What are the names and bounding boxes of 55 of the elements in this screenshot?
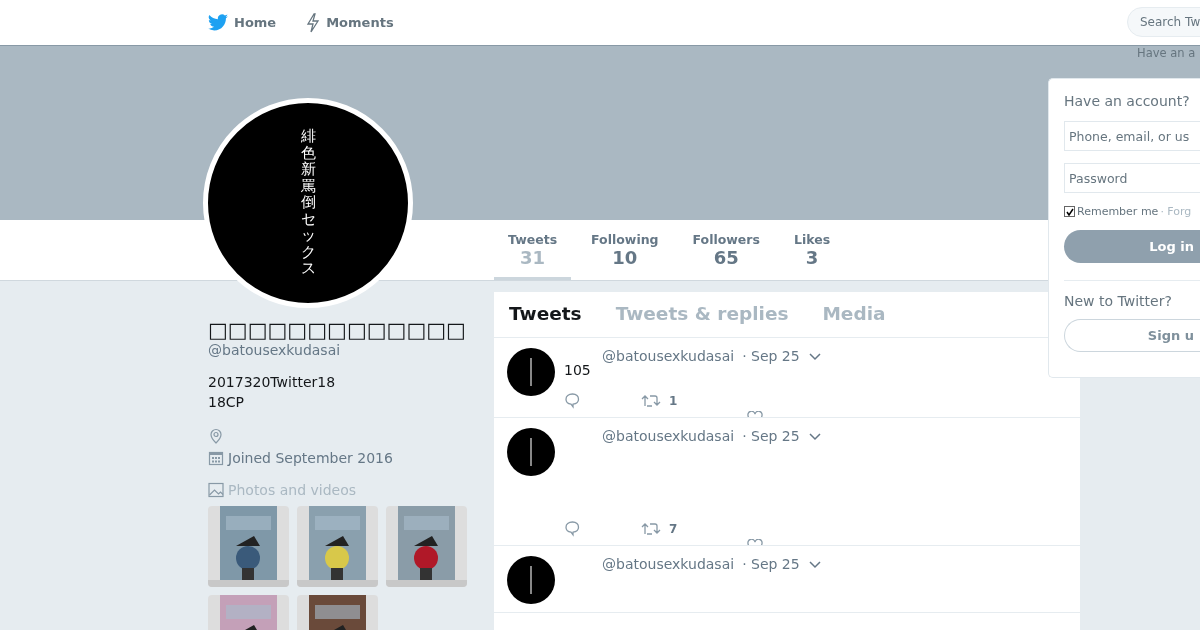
stat-label: Likes — [793, 232, 831, 247]
search-field[interactable]: Search Tw — [1127, 7, 1200, 37]
signup-button[interactable]: Sign u — [1064, 319, 1200, 352]
login-hint: Have an a — [1137, 46, 1196, 60]
stat-value: 3 — [805, 247, 819, 268]
bio-line: 2017320Twitter18 — [208, 373, 337, 392]
tweet-time[interactable]: · Sep 25 — [742, 348, 800, 364]
tweet-text: 105 — [564, 362, 592, 378]
bio-line: 18CP — [208, 393, 246, 412]
stat-value: 10 — [612, 247, 638, 268]
tweet-handle[interactable]: @batousexkudasai — [602, 428, 735, 444]
stat-tab[interactable]: Likes 3 — [779, 220, 845, 280]
caret-icon[interactable] — [807, 559, 822, 569]
profile-name: □□□□□□□□□□□□□ — [208, 318, 467, 342]
retweet-icon[interactable] — [641, 521, 661, 536]
timeline-tab[interactable]: Tweets — [509, 303, 582, 337]
tweet-time[interactable]: · Sep 25 — [742, 556, 800, 572]
profile-handle: @batousexkudasai — [208, 342, 342, 358]
avatar-icon[interactable] — [507, 428, 555, 476]
stat-tab[interactable]: Tweets 31 — [494, 220, 572, 280]
joined-date: Joined September 2016 — [228, 450, 393, 466]
nav-link[interactable]: Moments — [306, 12, 394, 33]
avatar-icon[interactable] — [507, 556, 555, 604]
stat-label: Following — [591, 232, 659, 247]
tweet-handle[interactable]: @batousexkudasai — [602, 556, 735, 572]
stat-label: Tweets — [508, 232, 558, 247]
lightning-icon — [306, 12, 321, 33]
login-button[interactable]: Log in — [1064, 230, 1200, 263]
location-pin-icon — [208, 428, 224, 444]
caret-icon[interactable] — [807, 351, 822, 361]
avatar-text: 緋色新罵倒セックス — [300, 128, 316, 277]
tweet-handle[interactable]: @batousexkudasai — [602, 348, 735, 364]
calendar-icon — [208, 450, 224, 466]
stat-tab[interactable]: Following 10 — [577, 220, 673, 280]
stat-label: Followers — [692, 232, 760, 247]
signup-title: New to Twitter? — [1064, 293, 1173, 309]
caret-icon[interactable] — [807, 431, 822, 441]
tweet-time[interactable]: · Sep 25 — [742, 428, 800, 444]
reply-icon[interactable] — [564, 520, 581, 537]
login-title: Have an account? — [1064, 93, 1191, 109]
password-field[interactable]: Password — [1064, 163, 1200, 193]
stat-tab[interactable]: Followers 65 — [678, 220, 774, 280]
stat-value: 65 — [713, 247, 739, 268]
reply-icon[interactable] — [564, 392, 581, 409]
nav-link[interactable]: Home — [208, 14, 277, 31]
retweet-count: 1 — [669, 393, 678, 408]
bird-icon — [208, 14, 228, 31]
remember-checkbox[interactable] — [1064, 206, 1075, 217]
remember-label[interactable]: Remember me — [1077, 205, 1159, 218]
retweet-icon[interactable] — [641, 393, 661, 408]
retweet-count: 7 — [669, 521, 678, 536]
image-icon — [208, 482, 224, 498]
avatar-icon[interactable] — [507, 348, 555, 396]
stat-value: 31 — [520, 247, 546, 268]
username-field[interactable]: Phone, email, or us — [1064, 121, 1200, 151]
